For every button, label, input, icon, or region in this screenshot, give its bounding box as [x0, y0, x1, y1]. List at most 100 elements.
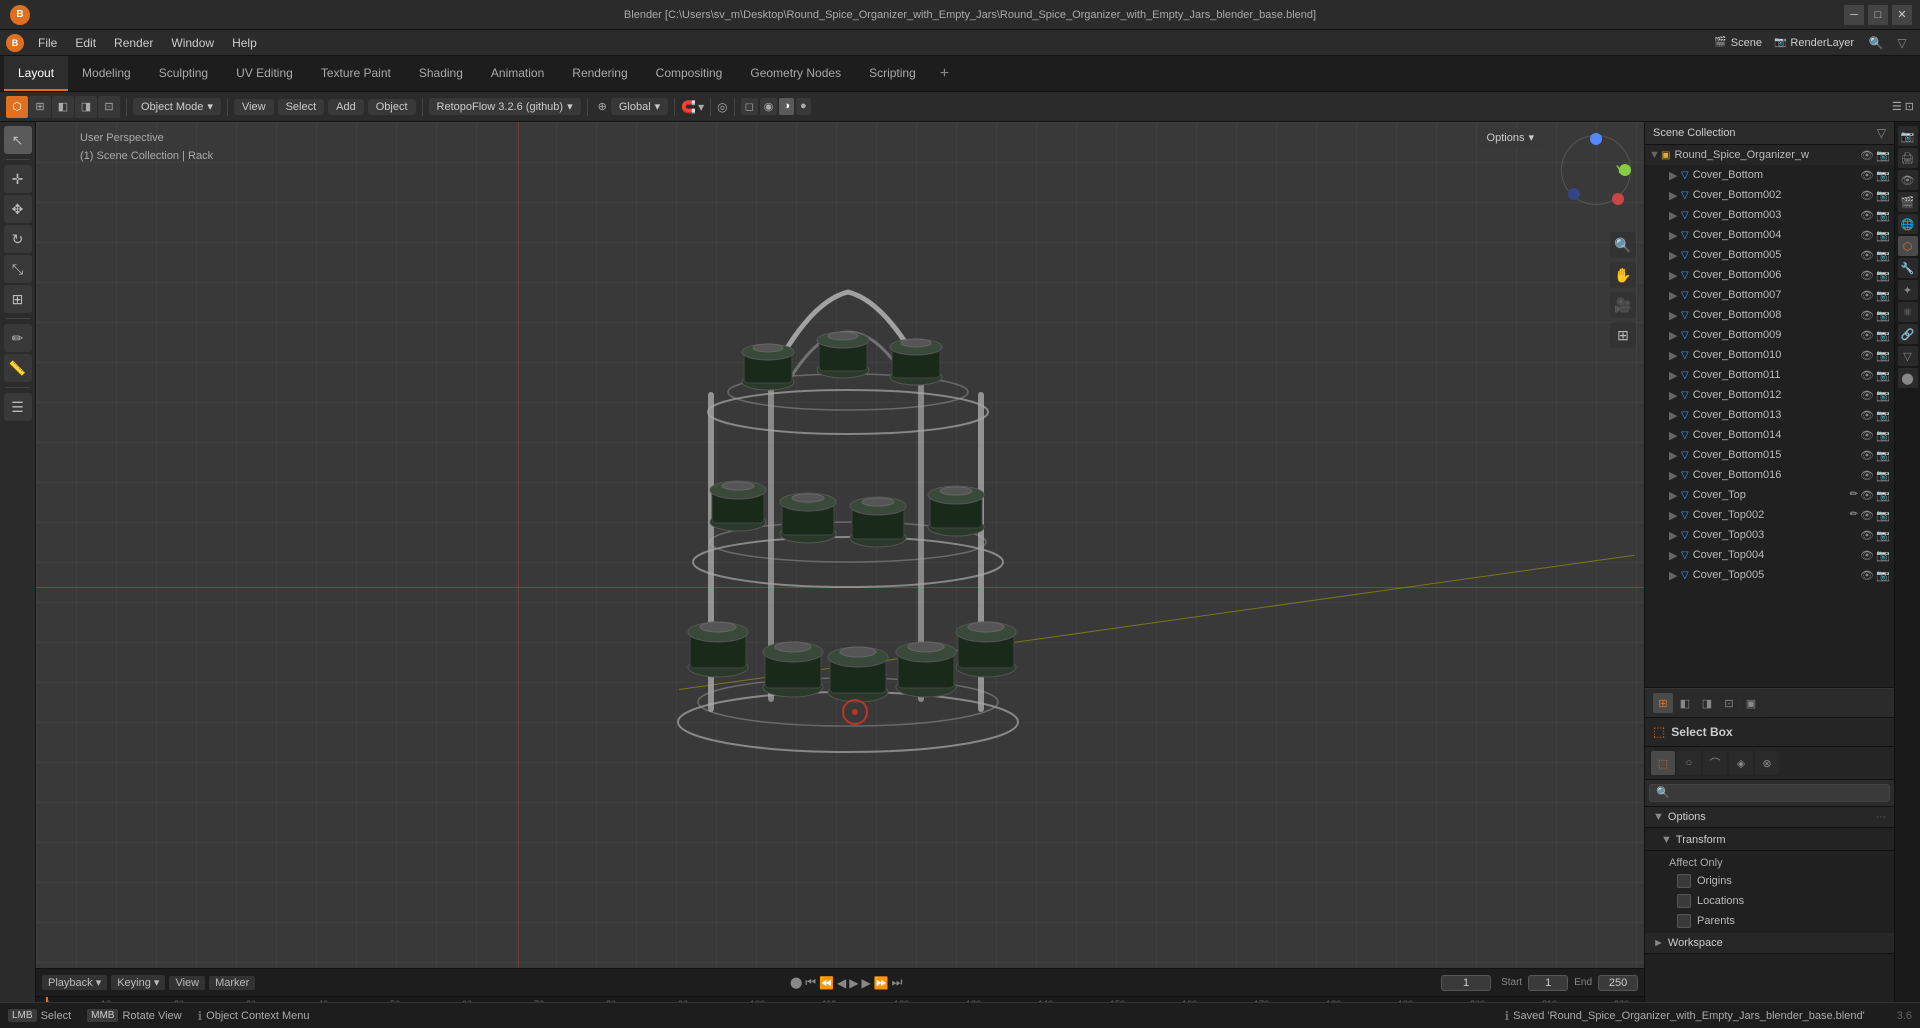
- tab-geometry-nodes[interactable]: Geometry Nodes: [736, 56, 855, 91]
- outliner-item-7[interactable]: ▶ ▽ Cover_Bottom008 👁📷: [1645, 305, 1894, 325]
- props-search-input[interactable]: [1649, 784, 1890, 802]
- material-props-icon[interactable]: ⬤: [1898, 368, 1918, 388]
- eye-17[interactable]: 👁: [1860, 509, 1874, 522]
- tab-modeling[interactable]: Modeling: [68, 56, 145, 91]
- outliner-item-1[interactable]: ▶ ▽ Cover_Bottom002 👁📷: [1645, 185, 1894, 205]
- outliner-item-11[interactable]: ▶ ▽ Cover_Bottom012 👁📷: [1645, 385, 1894, 405]
- parents-checkbox[interactable]: [1677, 914, 1691, 928]
- navigation-gizmo[interactable]: Z Y: [1556, 130, 1636, 210]
- outliner-root-item[interactable]: ▼ ▣ Round_Spice_Organizer_w 👁 📷: [1645, 145, 1894, 165]
- global-dropdown[interactable]: Global ▾: [611, 98, 668, 115]
- eye-9[interactable]: 👁: [1860, 349, 1874, 362]
- xray-toggle[interactable]: ⊡: [1905, 100, 1914, 113]
- camera-view-btn[interactable]: 🎥: [1610, 292, 1636, 318]
- blender-menu[interactable]: B: [6, 34, 24, 52]
- cam-0[interactable]: 📷: [1876, 169, 1890, 182]
- zoom-in-btn[interactable]: 🔍: [1610, 232, 1636, 258]
- workspace-section-header[interactable]: ▼ Workspace: [1645, 933, 1894, 954]
- cam-20[interactable]: 📷: [1876, 569, 1890, 582]
- origins-checkbox[interactable]: [1677, 874, 1691, 888]
- outliner-item-12[interactable]: ▶ ▽ Cover_Bottom013 👁📷: [1645, 405, 1894, 425]
- zoom-out-btn[interactable]: ✋: [1610, 262, 1636, 288]
- select-other-icon-btn[interactable]: ◈: [1729, 751, 1753, 775]
- prev-keyframe-btn[interactable]: ⏪: [819, 976, 834, 990]
- cam-16[interactable]: 📷: [1876, 489, 1890, 502]
- cam-14[interactable]: 📷: [1876, 449, 1890, 462]
- cam-2[interactable]: 📷: [1876, 209, 1890, 222]
- cam-12[interactable]: 📷: [1876, 409, 1890, 422]
- next-frame-btn[interactable]: ▶: [861, 976, 870, 990]
- options-dots[interactable]: ⋯: [1876, 812, 1886, 823]
- menu-help[interactable]: Help: [224, 34, 265, 52]
- menu-window[interactable]: Window: [163, 34, 222, 52]
- outliner-item-16[interactable]: ▶ ▽ Cover_Top ✏ 👁 📷: [1645, 485, 1894, 505]
- object-menu-btn[interactable]: Object: [368, 99, 416, 115]
- playback-menu-btn[interactable]: Playback ▾: [42, 975, 107, 990]
- jump-start-btn[interactable]: ⏮: [805, 975, 816, 990]
- eye-2[interactable]: 👁: [1860, 209, 1874, 222]
- view-props-icon[interactable]: 👁: [1898, 170, 1918, 190]
- select-extra-icon-btn[interactable]: ⊗: [1755, 751, 1779, 775]
- select-menu-btn[interactable]: Select: [278, 99, 325, 115]
- select-box-icon-btn[interactable]: ⬚: [1651, 751, 1675, 775]
- maximize-button[interactable]: □: [1868, 5, 1888, 25]
- annotate-tool-btn[interactable]: ✏: [4, 324, 32, 352]
- eye-14[interactable]: 👁: [1860, 449, 1874, 462]
- outliner-item-6[interactable]: ▶ ▽ Cover_Bottom007 👁📷: [1645, 285, 1894, 305]
- eye-8[interactable]: 👁: [1860, 329, 1874, 342]
- outliner-filter-btn[interactable]: ▽: [1877, 126, 1886, 140]
- eye-19[interactable]: 👁: [1860, 549, 1874, 562]
- tab-uv-editing[interactable]: UV Editing: [222, 56, 307, 91]
- close-button[interactable]: ✕: [1892, 5, 1912, 25]
- snap-magnet-icon[interactable]: 🧲: [681, 100, 696, 114]
- outliner-item-8[interactable]: ▶ ▽ Cover_Bottom009 👁📷: [1645, 325, 1894, 345]
- marker-menu-btn[interactable]: Marker: [209, 976, 255, 990]
- props-icon2[interactable]: ◨: [1697, 693, 1717, 713]
- keyframe-dot[interactable]: ⬤: [790, 976, 802, 989]
- view-menu-timeline[interactable]: View: [169, 976, 205, 990]
- plugin-btn[interactable]: RetopoFlow 3.2.6 (github) ▾: [429, 98, 581, 115]
- menu-render[interactable]: Render: [106, 34, 161, 52]
- cam-3[interactable]: 📷: [1876, 229, 1890, 242]
- eye-18[interactable]: 👁: [1860, 529, 1874, 542]
- outliner-item-15[interactable]: ▶ ▽ Cover_Bottom016 👁📷: [1645, 465, 1894, 485]
- cam-19[interactable]: 📷: [1876, 549, 1890, 562]
- props-icon4[interactable]: ▣: [1741, 693, 1761, 713]
- gizmo-y-label[interactable]: Y: [1616, 164, 1623, 176]
- select-circle-icon-btn[interactable]: ○: [1677, 751, 1701, 775]
- eye-16[interactable]: 👁: [1860, 489, 1874, 502]
- move-tool-btn[interactable]: ✥: [4, 195, 32, 223]
- particles-props-icon[interactable]: ✦: [1898, 280, 1918, 300]
- ortho-btn[interactable]: ⊞: [1610, 322, 1636, 348]
- cam-11[interactable]: 📷: [1876, 389, 1890, 402]
- transform-tool-btn[interactable]: ⊞: [4, 285, 32, 313]
- cam-7[interactable]: 📷: [1876, 309, 1890, 322]
- gizmo-z-label[interactable]: Z: [1593, 132, 1600, 144]
- add-workspace-button[interactable]: +: [930, 56, 959, 91]
- options-section-header[interactable]: ▼ Options ⋯: [1645, 807, 1894, 828]
- root-cam-icon[interactable]: 📷: [1876, 149, 1890, 162]
- cam-1[interactable]: 📷: [1876, 189, 1890, 202]
- output-props-icon[interactable]: 🖨: [1898, 148, 1918, 168]
- data-props-icon[interactable]: ▽: [1898, 346, 1918, 366]
- object-mode-dropdown[interactable]: Object Mode ▾: [133, 98, 221, 115]
- cam-17[interactable]: 📷: [1876, 509, 1890, 522]
- menu-edit[interactable]: Edit: [67, 34, 104, 52]
- tab-scripting[interactable]: Scripting: [855, 56, 930, 91]
- props-layout-icon[interactable]: ⊞: [1653, 693, 1673, 713]
- cam-4[interactable]: 📷: [1876, 249, 1890, 262]
- eye-15[interactable]: 👁: [1860, 469, 1874, 482]
- next-keyframe-btn[interactable]: ⏩: [874, 976, 889, 990]
- outliner-item-5[interactable]: ▶ ▽ Cover_Bottom006 👁📷: [1645, 265, 1894, 285]
- add-tool-btn[interactable]: ☰: [4, 393, 32, 421]
- constraints-props-icon[interactable]: 🔗: [1898, 324, 1918, 344]
- wireframe-btn[interactable]: ◻: [741, 98, 758, 115]
- outliner-item-4[interactable]: ▶ ▽ Cover_Bottom005 👁📷: [1645, 245, 1894, 265]
- tab-rendering[interactable]: Rendering: [558, 56, 641, 91]
- eye-5[interactable]: 👁: [1860, 269, 1874, 282]
- cam-8[interactable]: 📷: [1876, 329, 1890, 342]
- material-preview-btn[interactable]: ◑: [779, 98, 794, 115]
- outliner-item-2[interactable]: ▶ ▽ Cover_Bottom003 👁📷: [1645, 205, 1894, 225]
- renderlayer-name[interactable]: RenderLayer: [1790, 37, 1854, 49]
- tab-layout[interactable]: Layout: [4, 56, 68, 91]
